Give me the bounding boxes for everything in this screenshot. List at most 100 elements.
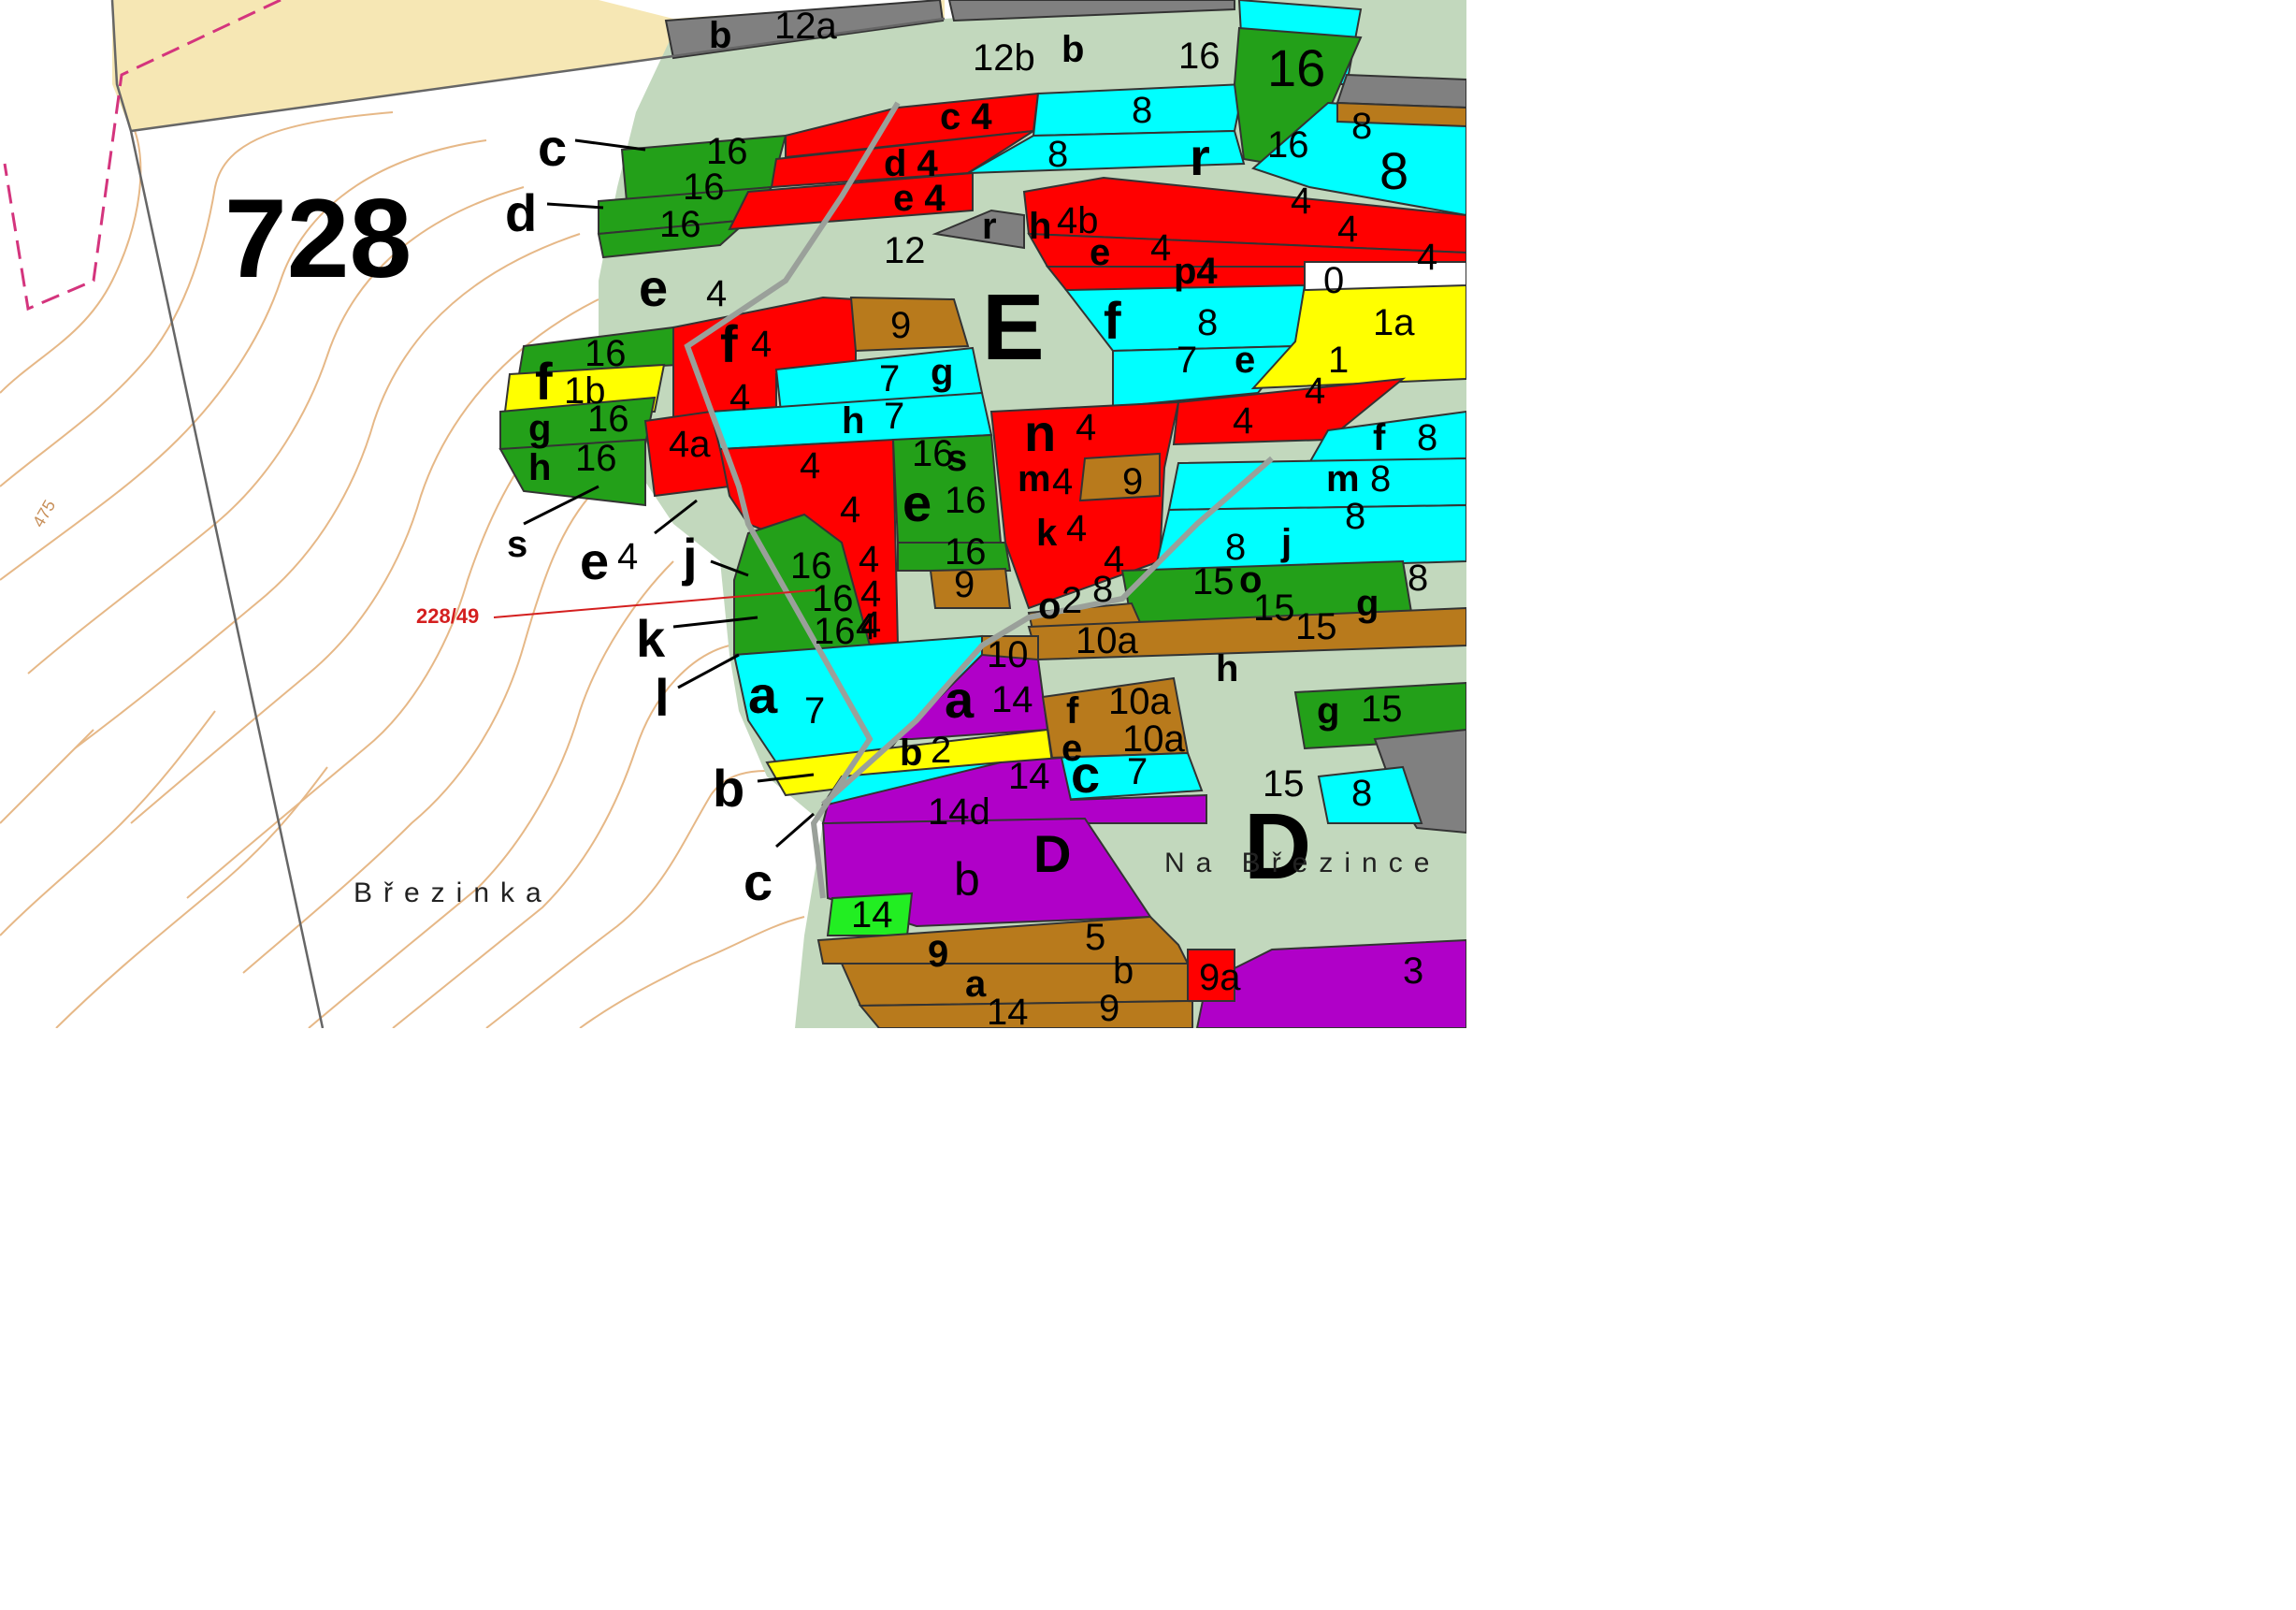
stand-label: f [720,314,738,373]
stand-label: 4 [859,539,880,580]
stand-label: j [1281,522,1292,563]
stand-label: 8 [1379,141,1409,200]
stand-label: l [655,668,670,727]
stand-label: 8 [1351,106,1373,147]
stand-label: b [1113,950,1134,992]
stand-label: 14 [1008,756,1050,797]
block-letter-e: E [982,275,1045,380]
stand-label: s [507,524,528,565]
stand-label: b [954,853,980,906]
stand-label: 15 [1295,606,1337,647]
stand-label: 8 [1047,134,1069,175]
stand-label: n [1024,403,1057,462]
stand-brown-9c [1078,452,1161,502]
stand-label: 4 [860,604,882,645]
stand-label: 4 [1233,400,1254,442]
stand-label: 15 [1192,561,1235,602]
stand-label: 4a [669,424,711,465]
place-name-brezinka: Březinka [354,878,553,908]
stand-label: b [900,732,923,774]
stand-label: 9 [890,305,912,346]
stand-label: b [709,15,732,56]
stand-label: d [505,183,538,242]
stand-label: 4 [800,445,821,486]
stand-label: 9a [1199,957,1241,998]
stand-label: 8 [1370,458,1392,500]
stand-label: f [1373,417,1386,458]
stand-label: j [683,528,698,587]
stand-label: b [713,759,745,818]
stand-label: 16 [706,131,748,172]
stand-label: g [1317,690,1340,732]
stand-label: 10a [1108,681,1171,722]
stand-label: 14 [851,894,893,936]
stand-label: 4 [840,489,861,530]
stand-label: 15 [1263,763,1305,805]
stand-label: 12 [884,230,926,271]
stand-label: 12a [774,6,837,47]
stand-label: 4 [1417,237,1438,278]
block-letter-d: D [1244,794,1312,899]
stand-label: 8 [1351,773,1373,814]
stand-label: r [982,206,997,247]
stand-label: 7 [884,396,905,437]
stand-label: 7 [804,690,826,732]
stand-label: e [903,473,932,532]
stand-label: 15 [1361,689,1403,730]
stand-label: 4 [1076,407,1097,448]
stand-label: 4 [729,377,751,418]
stand-label: 4 [751,324,773,365]
stand-label: 1a [1373,302,1415,343]
stand-label: 16 [587,399,629,440]
stand-label: 4 [1066,508,1088,549]
stand-label: 3 [1403,950,1424,992]
stand-label: 8 [1417,417,1438,458]
stand-label: 10a [1076,620,1138,661]
stand-label: 0 [1323,260,1345,301]
stand-label: b [1061,29,1085,70]
stand-label: 16 [659,204,701,245]
stand-label: 8 [1197,302,1219,343]
stand-label: 8 [1092,569,1114,610]
stand-label: h [1029,206,1052,247]
stand-label: 8 [1408,558,1429,599]
stand-label: D [1033,824,1072,883]
place-name-na-brezince: Na Březince [1164,848,1441,878]
stand-label: g [1356,583,1379,624]
stand-label: s [946,438,968,479]
stand-label: k [636,609,666,668]
stand-label: k [1036,513,1058,554]
parcel-number-label[interactable]: 228/49 [416,606,479,627]
stand-label: 9 [1099,988,1120,1028]
stand-label: m [1326,458,1360,500]
stand-label: e [639,258,669,317]
stand-label: 16 [1267,38,1326,97]
stand-label: c 4 [940,96,992,138]
stand-label: r [1190,127,1210,186]
stand-label: 12b [973,37,1035,79]
stand-label: 14 [991,679,1033,720]
stand-label: o [1038,586,1061,627]
stand-label: 8 [1345,496,1366,537]
stand-label: 16 [945,480,987,521]
stand-label: 4 [1052,461,1074,502]
stand-label: 9 [1122,461,1144,502]
stand-label: f [1066,690,1079,732]
stand-label: a [965,964,987,1005]
stand-label: h [1216,648,1239,689]
stand-label: e [1090,232,1111,273]
stand-label: 16 [585,333,627,374]
stand-label: f [535,352,553,411]
stand-label: c [538,118,568,177]
stand-label: e [1235,340,1256,381]
forest-map[interactable]: 728 E D Březinka Na Březince 475 228/49 … [0,0,1466,1028]
stand-label: 10 [987,634,1029,675]
stand-label: 4 [1291,181,1312,222]
stand-label: 4 [1150,227,1172,268]
stand-label: 2 [931,730,952,771]
stand-label: e [580,531,610,590]
stand-label: h [842,400,865,442]
compartment-boundary [110,0,325,1028]
stand-label: 16 [1267,124,1309,166]
compartment-number: 728 [224,176,412,301]
